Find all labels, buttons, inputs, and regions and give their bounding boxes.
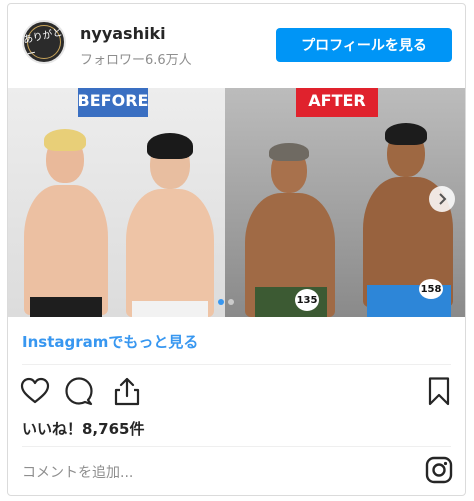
post-image[interactable]: BEFORE AFTER 135 158 — [8, 88, 465, 317]
divider — [22, 446, 451, 447]
heart-icon — [20, 377, 50, 404]
like-count[interactable]: いいね！8,765件 — [22, 418, 144, 439]
comment-icon — [65, 377, 93, 406]
avatar[interactable]: ありがとー — [22, 20, 66, 64]
before-photo: BEFORE — [8, 88, 225, 317]
like-button[interactable] — [20, 376, 50, 406]
instagram-logo-button[interactable] — [425, 456, 453, 484]
race-bib: 158 — [419, 279, 443, 299]
follower-count: フォロワー6.6万人 — [80, 53, 192, 68]
instagram-icon — [425, 456, 453, 484]
comment-button[interactable] — [64, 376, 94, 406]
instagram-embed-card: ありがとー nyyashiki フォロワー6.6万人 プロフィールを見る BEF… — [7, 3, 466, 496]
avatar-text: ありがとー — [22, 27, 64, 61]
carousel-dots — [218, 299, 234, 305]
carousel-dot[interactable] — [218, 299, 224, 305]
view-more-on-instagram-link[interactable]: Instagramでもっと見る — [22, 331, 198, 352]
person-before-2 — [118, 117, 222, 317]
person-before-1 — [16, 117, 116, 317]
divider — [22, 364, 451, 365]
next-slide-button[interactable] — [429, 186, 455, 212]
username[interactable]: nyyashiki — [80, 24, 166, 43]
carousel-dot[interactable] — [228, 299, 234, 305]
share-icon — [114, 377, 140, 406]
action-bar — [20, 376, 454, 408]
race-bib: 135 — [295, 289, 319, 311]
post-header: ありがとー nyyashiki フォロワー6.6万人 プロフィールを見る — [8, 4, 465, 86]
view-profile-button[interactable]: プロフィールを見る — [276, 28, 452, 62]
bookmark-icon — [428, 377, 450, 406]
person-after-1: 135 — [231, 117, 349, 317]
before-label: BEFORE — [78, 88, 148, 117]
share-button[interactable] — [112, 376, 142, 406]
person-after-2: 158 — [353, 107, 465, 317]
save-button[interactable] — [424, 376, 454, 406]
add-comment-input[interactable]: コメントを追加... — [22, 462, 133, 482]
chevron-right-icon — [439, 193, 447, 205]
